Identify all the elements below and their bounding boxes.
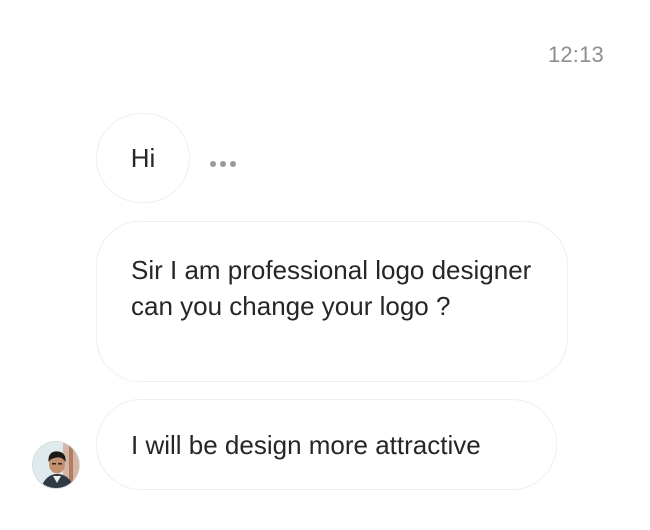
message-bubble-hi[interactable]: Hi [96,113,190,203]
avatar-icon [33,442,79,488]
avatar[interactable] [32,441,80,489]
message-bubble-attractive[interactable]: I will be design more attractive [96,399,557,490]
dot [220,161,226,167]
message-text: Hi [130,143,156,173]
message-text: Sir I am professional logo designer can … [131,255,532,321]
more-options-icon[interactable] [208,159,238,169]
dot [230,161,236,167]
message-text: I will be design more attractive [131,429,481,460]
message-timestamp: 12:13 [547,42,604,67]
dot [210,161,216,167]
message-bubble-offer[interactable]: Sir I am professional logo designer can … [96,221,568,382]
